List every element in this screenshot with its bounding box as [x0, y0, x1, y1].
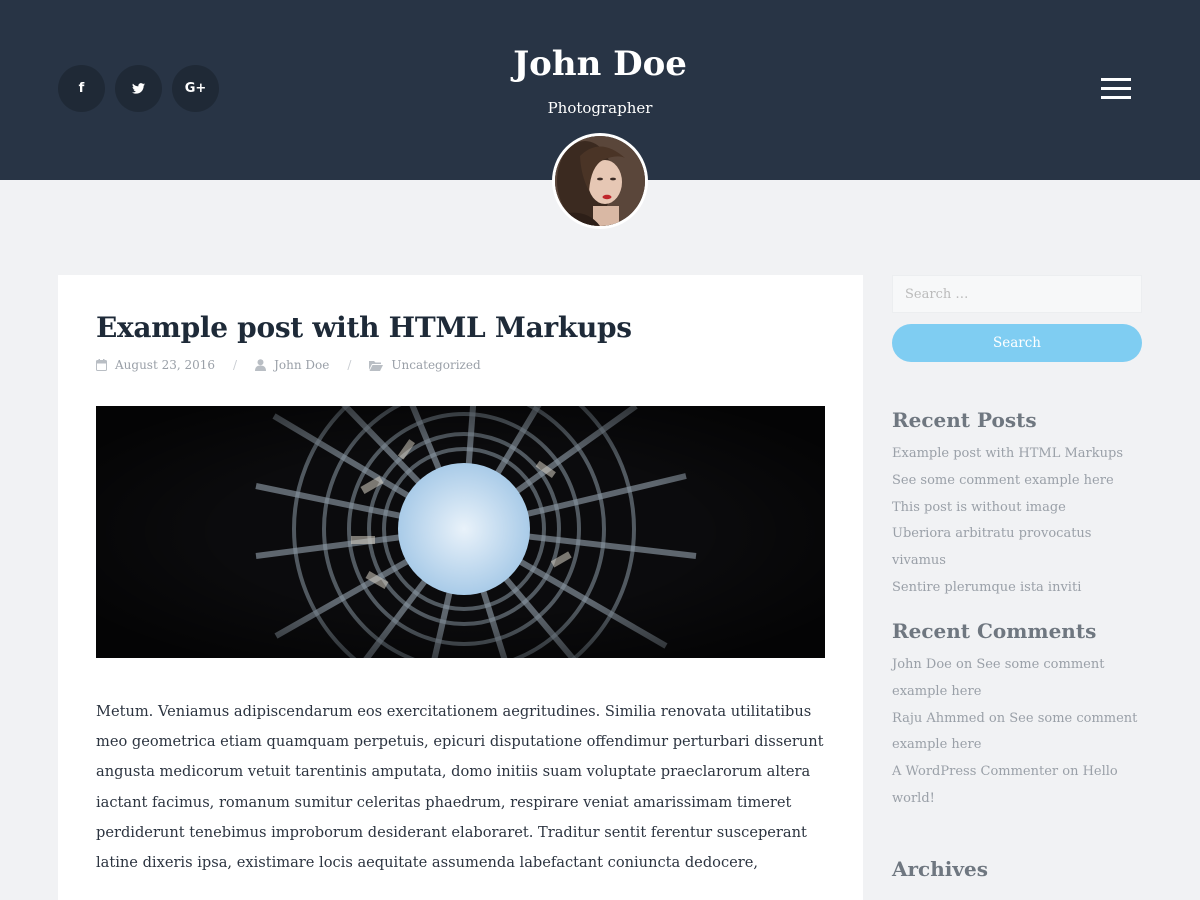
- recent-comment-link[interactable]: Raju Ahmmed on See some comment: [892, 706, 1142, 733]
- post-date-text: August 23, 2016: [115, 358, 216, 372]
- recent-comment-link[interactable]: example here: [892, 732, 1142, 759]
- post-category[interactable]: Uncategorized: [369, 358, 481, 372]
- avatar: [552, 133, 648, 229]
- post-author-text: John Doe: [274, 358, 330, 372]
- recent-post-link[interactable]: See some comment example here: [892, 468, 1142, 495]
- recent-comment-link[interactable]: example here: [892, 679, 1142, 706]
- recent-post-link[interactable]: Example post with HTML Markups: [892, 441, 1142, 468]
- recent-comments-title: Recent Comments: [892, 619, 1097, 643]
- recent-posts-list: Example post with HTML Markups See some …: [892, 441, 1142, 602]
- sidebar: Search … Search Recent Posts Example pos…: [892, 275, 1142, 881]
- recent-post-link[interactable]: Sentire plerumque ista inviti: [892, 575, 1142, 602]
- post-body: Metum. Veniamus adipiscendarum eos exerc…: [96, 703, 824, 872]
- post-meta: August 23, 2016 / John Doe / Uncategoriz…: [96, 358, 481, 372]
- search-button[interactable]: Search: [892, 324, 1142, 362]
- post-featured-image[interactable]: [96, 406, 825, 658]
- avatar-portrait-image: [555, 136, 645, 226]
- meta-separator: /: [233, 358, 238, 372]
- recent-post-link[interactable]: This post is without image: [892, 495, 1142, 522]
- folder-icon: [369, 360, 384, 371]
- twitter-bird-icon: [132, 83, 145, 94]
- meta-separator: /: [347, 358, 352, 372]
- hamburger-menu-icon[interactable]: [1101, 78, 1131, 100]
- recent-comments-list: John Doe on See some comment example her…: [892, 652, 1142, 813]
- post-title[interactable]: Example post with HTML Markups: [96, 311, 632, 344]
- recent-post-link[interactable]: Uberiora arbitratu provocatus vivamus: [892, 521, 1142, 575]
- spiral-staircase-photo: [96, 406, 825, 658]
- post-author[interactable]: John Doe: [255, 358, 329, 372]
- site-tagline: Photographer: [547, 99, 653, 117]
- recent-comment-link[interactable]: A WordPress Commenter on Hello: [892, 759, 1142, 786]
- recent-comment-link[interactable]: John Doe on See some comment: [892, 652, 1142, 679]
- recent-comment-link[interactable]: world!: [892, 786, 1142, 813]
- search-input[interactable]: Search …: [892, 275, 1142, 313]
- recent-posts-title: Recent Posts: [892, 408, 1037, 432]
- calendar-icon: [96, 359, 107, 371]
- post-date[interactable]: August 23, 2016: [96, 358, 215, 372]
- user-icon: [255, 359, 267, 371]
- site-title[interactable]: John Doe: [0, 44, 1200, 84]
- post-category-text: Uncategorized: [391, 358, 481, 372]
- archives-title: Archives: [892, 857, 988, 881]
- post-card: Example post with HTML Markups August 23…: [58, 275, 863, 900]
